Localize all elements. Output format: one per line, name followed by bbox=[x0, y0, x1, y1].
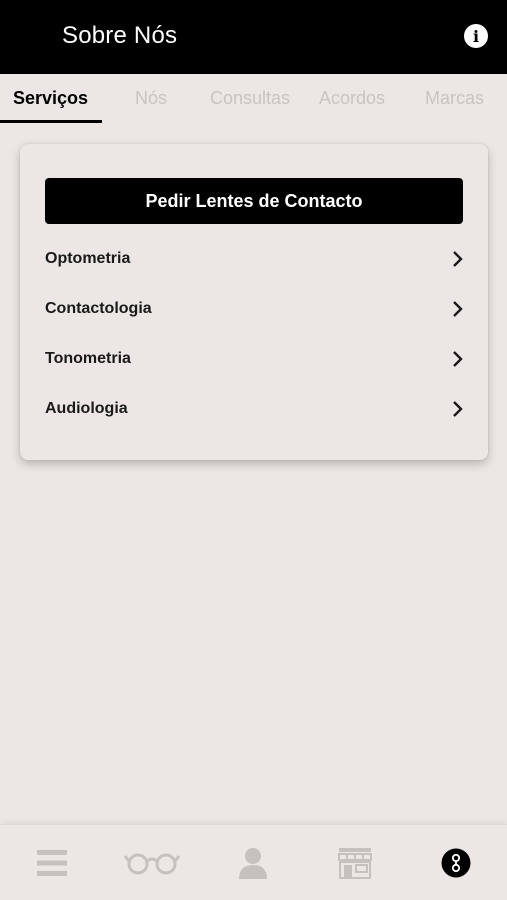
service-item-label: Tonometria bbox=[45, 350, 131, 367]
info-icon[interactable]: i bbox=[464, 24, 488, 48]
tab-marcas[interactable]: Marcas bbox=[425, 86, 484, 114]
nav-profile-button[interactable] bbox=[213, 825, 293, 900]
tab-bar: Serviços Nós Consultas Acordos Marcas bbox=[0, 74, 507, 126]
app-header: Sobre Nós i bbox=[0, 0, 507, 74]
active-tab-indicator bbox=[0, 120, 102, 123]
nav-about-button[interactable] bbox=[416, 825, 496, 900]
nav-stores-button[interactable] bbox=[315, 825, 395, 900]
service-item-audiologia[interactable]: Audiologia bbox=[45, 389, 465, 429]
glasses-icon bbox=[124, 853, 180, 875]
nav-menu-button[interactable] bbox=[12, 825, 92, 900]
tab-acordos[interactable]: Acordos bbox=[319, 86, 385, 114]
service-item-tonometria[interactable]: Tonometria bbox=[45, 339, 465, 379]
order-contact-lenses-button[interactable]: Pedir Lentes de Contacto bbox=[45, 178, 463, 224]
menu-icon bbox=[37, 850, 67, 876]
chevron-right-icon bbox=[453, 351, 463, 367]
services-card: Pedir Lentes de Contacto Optometria Cont… bbox=[20, 144, 488, 460]
service-item-label: Audiologia bbox=[45, 400, 128, 417]
app-screen: Sobre Nós i Serviços Nós Consultas Acord… bbox=[0, 0, 507, 900]
nav-glasses-button[interactable] bbox=[112, 825, 192, 900]
tab-consultas[interactable]: Consultas bbox=[210, 86, 290, 114]
page-title: Sobre Nós bbox=[62, 22, 178, 49]
store-icon bbox=[338, 848, 372, 879]
tab-servicos[interactable]: Serviços bbox=[13, 86, 88, 114]
bottom-nav bbox=[0, 824, 507, 900]
service-item-label: Contactologia bbox=[45, 300, 152, 317]
service-item-optometria[interactable]: Optometria bbox=[45, 239, 465, 279]
about-icon bbox=[441, 848, 471, 878]
chevron-right-icon bbox=[453, 301, 463, 317]
service-item-contactologia[interactable]: Contactologia bbox=[45, 289, 465, 329]
chevron-right-icon bbox=[453, 251, 463, 267]
service-item-label: Optometria bbox=[45, 250, 131, 267]
user-icon bbox=[239, 848, 267, 879]
tab-nos[interactable]: Nós bbox=[135, 86, 167, 114]
chevron-right-icon bbox=[453, 401, 463, 417]
